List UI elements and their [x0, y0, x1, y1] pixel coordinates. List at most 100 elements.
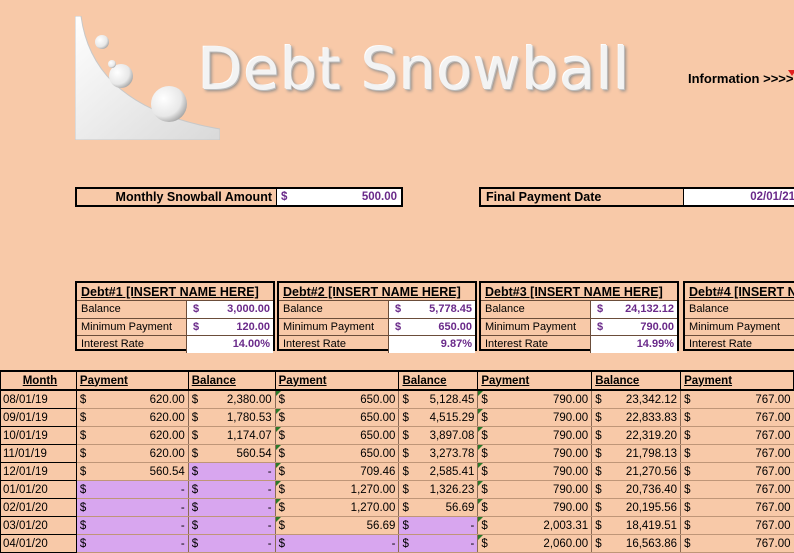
cell-value: 3,897.08 [429, 429, 475, 442]
payment-cell[interactable]: $620.00 [75, 408, 189, 427]
cell-value: 790.00 [553, 393, 589, 406]
balance-cell[interactable]: $ - [187, 498, 276, 517]
table-row: 03/01/20 $ - $ - $56.69 $ - $2,003.31 $18,419.51 $… [0, 516, 794, 535]
balance-cell[interactable]: $ - [187, 516, 276, 535]
balance-cell[interactable]: $2,380.00 [187, 390, 276, 409]
balance-cell[interactable]: $20,195.56 [591, 498, 681, 517]
payment-cell[interactable]: $790.00 [477, 480, 592, 499]
balance-cell[interactable]: $5,128.45 [398, 390, 478, 409]
cell-value: 767.00 [755, 483, 791, 496]
currency-symbol: $ [191, 447, 199, 460]
balance-label: Balance [481, 301, 591, 318]
balance-cell[interactable]: $22,833.83 [591, 408, 681, 427]
information-link[interactable]: Information >>>> [688, 71, 793, 86]
payment-cell[interactable]: $767.00 [680, 498, 794, 517]
payment-cell[interactable]: $767.00 [680, 390, 794, 409]
payment-cell[interactable]: $1,270.00 [274, 498, 399, 517]
balance-cell[interactable]: $3,897.08 [398, 426, 478, 445]
payment-cell[interactable]: $620.00 [75, 390, 189, 409]
balance-input[interactable]: $3,000.00 [187, 301, 273, 318]
payment-cell[interactable]: $560.54 [75, 462, 189, 481]
balance-cell[interactable]: $1,174.07 [187, 426, 276, 445]
payment-cell[interactable]: $790.00 [477, 426, 592, 445]
payment-cell[interactable]: $767.00 [680, 462, 794, 481]
interest-rate-input[interactable]: 14.00% [187, 336, 273, 353]
balance-input[interactable]: $24,132.12 [591, 301, 677, 318]
balance-cell[interactable]: $ - [187, 462, 276, 481]
month-cell[interactable]: 12/01/19 [0, 462, 77, 481]
payment-cell[interactable]: $1,270.00 [274, 480, 399, 499]
balance-cell[interactable]: $23,342.12 [591, 390, 681, 409]
snowball-amount-input[interactable]: $ 500.00 [277, 189, 401, 205]
payment-cell[interactable]: $790.00 [477, 408, 592, 427]
balance-cell[interactable]: $ - [398, 516, 478, 535]
payment-cell[interactable]: $767.00 [680, 480, 794, 499]
balance-cell[interactable]: $1,326.23 [398, 480, 478, 499]
payment-cell[interactable]: $ - [75, 516, 189, 535]
debt-name[interactable]: Debt#1 [INSERT NAME HERE] [77, 283, 273, 300]
payment-cell[interactable]: $767.00 [680, 408, 794, 427]
payment-cell[interactable]: $790.00 [477, 444, 592, 463]
currency-symbol: $ [278, 519, 286, 532]
balance-cell[interactable]: $3,273.78 [398, 444, 478, 463]
month-cell[interactable]: 02/01/20 [0, 498, 77, 517]
payment-cell[interactable]: $767.00 [680, 426, 794, 445]
balance-cell[interactable]: $20,736.40 [591, 480, 681, 499]
cell-value: 650.00 [360, 411, 396, 424]
min-payment-input[interactable]: $790.00 [591, 318, 677, 335]
cell-value: 1,326.23 [429, 483, 475, 496]
balance-cell[interactable]: $21,798.13 [591, 444, 681, 463]
month-cell[interactable]: 11/01/19 [0, 444, 77, 463]
balance-cell[interactable]: $ - [187, 480, 276, 499]
month-cell[interactable]: 01/01/20 [0, 480, 77, 499]
balance-cell[interactable]: $560.54 [187, 444, 276, 463]
currency-symbol: $ [79, 447, 87, 460]
payment-cell[interactable]: $767.00 [680, 444, 794, 463]
cell-value: 790.00 [553, 465, 589, 478]
balance-cell[interactable]: $2,585.41 [398, 462, 478, 481]
balance-cell[interactable]: $56.69 [398, 498, 478, 517]
month-cell[interactable]: 09/01/19 [0, 408, 77, 427]
balance-cell[interactable]: $1,780.53 [187, 408, 276, 427]
debt-name[interactable]: Debt#2 [INSERT NAME HERE] [279, 283, 475, 300]
payment-cell[interactable]: $ - [75, 480, 189, 499]
cell-value: 2,380.00 [226, 393, 272, 406]
payment-cell[interactable]: $650.00 [274, 426, 399, 445]
payment-cell[interactable]: $650.00 [274, 390, 399, 409]
debt-name[interactable]: Debt#4 [INSERT NAME HERE] [685, 283, 794, 300]
month-cell[interactable]: 03/01/20 [0, 516, 77, 535]
payment-cell[interactable]: $650.00 [274, 444, 399, 463]
currency-symbol: $ [278, 465, 286, 478]
payment-cell[interactable]: $790.00 [477, 462, 592, 481]
payment-cell[interactable]: $650.00 [274, 408, 399, 427]
currency-symbol: $ [684, 429, 691, 442]
currency-symbol: $ [281, 191, 288, 203]
payment-cell[interactable]: $790.00 [477, 390, 592, 409]
interest-rate-input[interactable]: 9.87% [389, 336, 475, 353]
payment-cell[interactable]: $ - [75, 498, 189, 517]
cell-value: 650.00 [360, 393, 396, 406]
debt-name[interactable]: Debt#3 [INSERT NAME HERE] [481, 283, 677, 300]
payment-cell[interactable]: $620.00 [75, 426, 189, 445]
payment-cell[interactable]: $620.00 [75, 444, 189, 463]
snowball-amount-value: 500.00 [361, 191, 397, 203]
cell-value: - [180, 483, 185, 496]
month-cell[interactable]: 08/01/19 [0, 389, 77, 409]
cell-value: 1,270.00 [350, 483, 396, 496]
min-payment-input[interactable]: $650.00 [389, 318, 475, 335]
balance-cell[interactable]: $18,419.51 [591, 516, 681, 535]
interest-rate-input[interactable]: 14.99% [591, 336, 677, 353]
balance-input[interactable]: $5,778.45 [389, 301, 475, 318]
cell-value: 650.00 [360, 429, 396, 442]
balance-cell[interactable]: $22,319.20 [591, 426, 681, 445]
balance-cell[interactable]: $4,515.29 [398, 408, 478, 427]
payment-cell[interactable]: $790.00 [477, 498, 592, 517]
payment-cell[interactable]: $56.69 [274, 516, 399, 535]
min-payment-input[interactable]: $120.00 [187, 318, 273, 335]
balance-cell[interactable]: $21,270.56 [591, 462, 681, 481]
payment-cell[interactable]: $767.00 [680, 516, 794, 535]
payment-cell[interactable]: $2,003.31 [477, 516, 592, 535]
currency-symbol: $ [278, 411, 286, 424]
payment-cell[interactable]: $709.46 [274, 462, 399, 481]
month-cell[interactable]: 10/01/19 [0, 426, 77, 445]
